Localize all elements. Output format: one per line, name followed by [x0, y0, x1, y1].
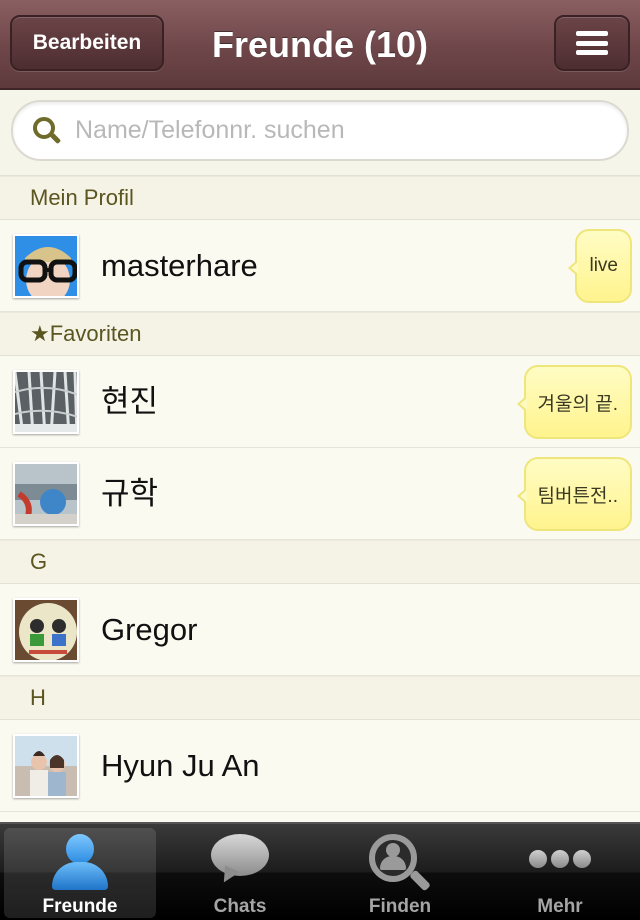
- tab-label: Chats: [213, 896, 267, 917]
- avatar: [13, 598, 79, 662]
- section-header-favorites: ★Favoriten: [0, 312, 640, 356]
- status-message-bubble: live: [568, 229, 632, 303]
- contact-name: Gregor: [101, 612, 198, 647]
- status-message-bubble: 팀버튼전..: [516, 457, 632, 531]
- menu-button[interactable]: [554, 15, 630, 71]
- hamburger-menu-icon: [576, 31, 608, 55]
- search-icon: [33, 116, 62, 145]
- contact-name: masterhare: [101, 248, 258, 283]
- navigation-bar: Bearbeiten Freunde (10): [0, 0, 640, 90]
- section-header-g: G: [0, 540, 640, 584]
- section-header-profile: Mein Profil: [0, 176, 640, 220]
- list-item-my-profile[interactable]: masterhare live: [0, 220, 640, 312]
- more-dots-icon: [529, 850, 591, 870]
- list-item-friend[interactable]: Gregor: [0, 584, 640, 676]
- list-item-friend[interactable]: Hyun Ju An: [0, 720, 640, 812]
- list-item-favorite[interactable]: 현진 겨울의 끝.: [0, 356, 640, 448]
- tab-label: Finden: [368, 896, 432, 917]
- tab-chats[interactable]: Chats: [164, 828, 316, 918]
- avatar: [13, 234, 79, 298]
- search-bar: [0, 90, 640, 176]
- find-friends-icon: [369, 834, 431, 892]
- tab-finden[interactable]: Finden: [324, 828, 476, 918]
- tab-label: Mehr: [537, 896, 583, 917]
- avatar: [13, 462, 79, 526]
- person-icon: [52, 834, 108, 890]
- avatar: [13, 370, 79, 434]
- tab-freunde[interactable]: Freunde: [4, 828, 156, 918]
- tab-label: Freunde: [42, 896, 118, 917]
- contact-name: 규학: [101, 476, 159, 511]
- tab-mehr[interactable]: Mehr: [484, 828, 636, 918]
- status-message-bubble: 겨울의 끝.: [516, 365, 632, 439]
- contact-name: Hyun Ju An: [101, 748, 260, 783]
- contact-name: 현진: [101, 384, 159, 419]
- tab-bar: Freunde Chats Finden Mehr: [0, 822, 640, 920]
- edit-button[interactable]: Bearbeiten: [10, 15, 164, 71]
- search-field[interactable]: [11, 100, 629, 161]
- list-item-favorite[interactable]: 규학 팀버튼전..: [0, 448, 640, 540]
- avatar: [13, 734, 79, 798]
- search-input[interactable]: [75, 116, 595, 145]
- chat-bubble-icon: [211, 834, 269, 887]
- section-header-h: H: [0, 676, 640, 720]
